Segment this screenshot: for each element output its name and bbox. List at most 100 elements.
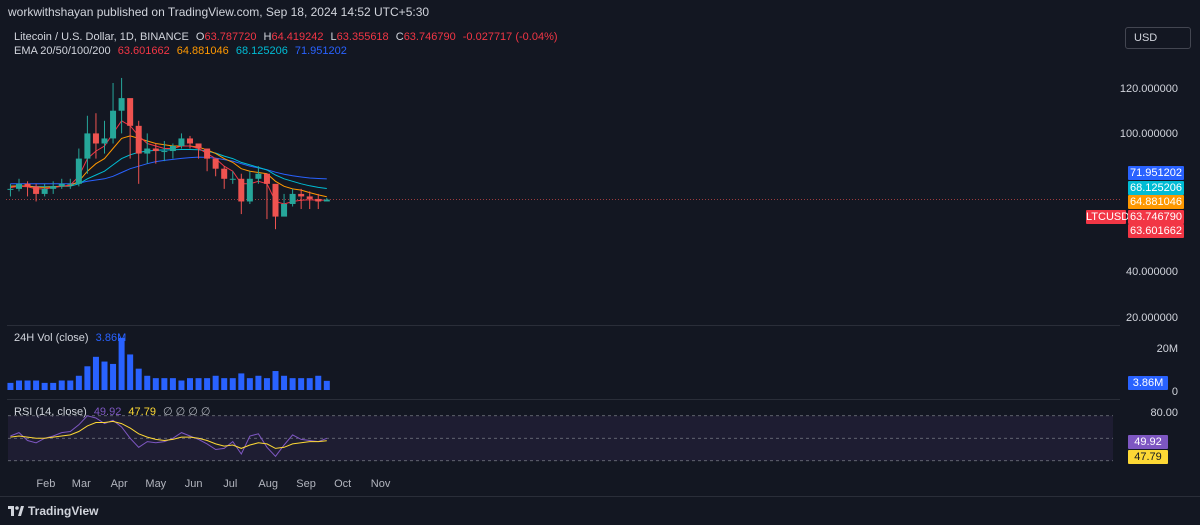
candle-body <box>7 188 14 190</box>
volume-bar <box>15 380 22 390</box>
symbol-tag: LTCUSD <box>1086 210 1130 224</box>
price-axis-label-120: 120.000000 <box>1119 83 1178 95</box>
volume-axis-label-0: 0 <box>1171 386 1178 398</box>
candle-body <box>289 193 296 204</box>
candle-body <box>92 133 99 144</box>
volume-bar <box>272 371 279 390</box>
volume-bar <box>298 378 305 390</box>
time-axis-label: Jun <box>184 478 203 490</box>
time-axis-label: May <box>145 478 167 490</box>
candle-body <box>101 138 108 144</box>
volume-bar <box>204 378 211 390</box>
last-price-badge: 63.746790 <box>1128 210 1184 224</box>
volume-bar <box>110 363 117 390</box>
volume-bar <box>67 380 74 390</box>
time-axis-label: Mar <box>71 478 91 490</box>
rsi-badge: 49.92 <box>1128 435 1168 449</box>
volume-bar <box>75 375 82 390</box>
candle-body <box>118 98 125 111</box>
volume-bar <box>7 382 14 390</box>
currency-selector[interactable]: USD <box>1125 27 1191 49</box>
candle-body <box>152 148 159 152</box>
volume-axis-label-20m: 20M <box>1156 343 1178 355</box>
tradingview-logo-icon <box>8 506 24 516</box>
candle-body <box>272 183 279 217</box>
ema200-line <box>10 156 327 185</box>
candle-body <box>306 196 313 199</box>
footer-bar <box>0 496 1200 525</box>
volume-bar <box>84 366 91 390</box>
candle-body <box>255 173 262 179</box>
volume-bar <box>289 378 296 390</box>
volume-bar <box>178 380 185 390</box>
volume-bar <box>212 375 219 390</box>
volume-bar <box>161 378 168 390</box>
volume-bar <box>41 382 48 390</box>
candle-body <box>24 183 31 187</box>
time-axis-label: Sep <box>296 478 316 490</box>
volume-bar <box>246 378 253 390</box>
volume-chart[interactable] <box>6 326 1121 396</box>
price-axis-label-100: 100.000000 <box>1119 128 1178 140</box>
ema50-line <box>10 135 327 198</box>
volume-badge: 3.86M <box>1128 376 1168 390</box>
time-axis-label: Apr <box>110 478 128 490</box>
brand[interactable]: TradingView <box>8 504 98 518</box>
rsi-chart[interactable] <box>6 400 1121 472</box>
candle-body <box>84 133 91 159</box>
candle-body <box>238 178 245 202</box>
volume-bar <box>238 373 245 390</box>
volume-bar <box>169 378 176 390</box>
ema20-line <box>10 120 327 205</box>
price-chart[interactable] <box>6 25 1121 325</box>
candle-body <box>221 168 228 179</box>
candle-body <box>50 186 57 189</box>
candle-body <box>195 143 202 149</box>
ema100-line <box>10 149 327 189</box>
time-axis-label: Oct <box>334 478 352 490</box>
candle-body <box>315 198 322 202</box>
chart-frame: workwithshayan published on TradingView.… <box>0 0 1200 525</box>
candle-body <box>75 158 82 184</box>
candle-body <box>323 199 330 202</box>
publisher-line: workwithshayan published on TradingView.… <box>8 5 430 19</box>
ema20-badge: 63.601662 <box>1128 224 1184 238</box>
candle-body <box>263 173 270 184</box>
volume-bar <box>255 375 262 390</box>
candle-body <box>229 178 236 180</box>
candle-body <box>135 125 142 154</box>
volume-bar <box>221 378 228 390</box>
volume-bar <box>315 375 322 390</box>
rsi-axis-label-80: 80.00 <box>1150 407 1178 419</box>
candle-body <box>281 203 288 217</box>
candle-body <box>67 183 74 185</box>
volume-bar <box>135 368 142 390</box>
volume-bar <box>323 380 330 390</box>
candle-body <box>127 98 134 126</box>
volume-bar <box>195 378 202 390</box>
volume-bar <box>263 378 270 390</box>
volume-bar <box>144 375 151 390</box>
volume-bar <box>92 356 99 390</box>
candle-body <box>204 148 211 159</box>
volume-bar <box>58 380 65 390</box>
volume-bar <box>187 378 194 390</box>
candle-body <box>169 146 176 152</box>
candle-body <box>15 183 22 189</box>
volume-bar <box>152 378 159 390</box>
time-axis-label: Nov <box>370 478 391 490</box>
ema200-badge: 71.951202 <box>1128 166 1184 180</box>
price-axis-label-20: 20.000000 <box>1126 312 1178 324</box>
candle-body <box>144 148 151 154</box>
candle-body <box>298 193 305 197</box>
volume-bar <box>127 354 134 390</box>
volume-bar <box>50 382 57 390</box>
candle-body <box>246 178 253 202</box>
volume-bar <box>101 361 108 390</box>
candle-body <box>33 186 40 194</box>
candle-body <box>58 183 65 187</box>
time-axis-label: Jul <box>223 478 238 490</box>
time-axis-label: Aug <box>258 478 278 490</box>
candle-body <box>212 158 219 169</box>
candle-body <box>178 138 185 147</box>
